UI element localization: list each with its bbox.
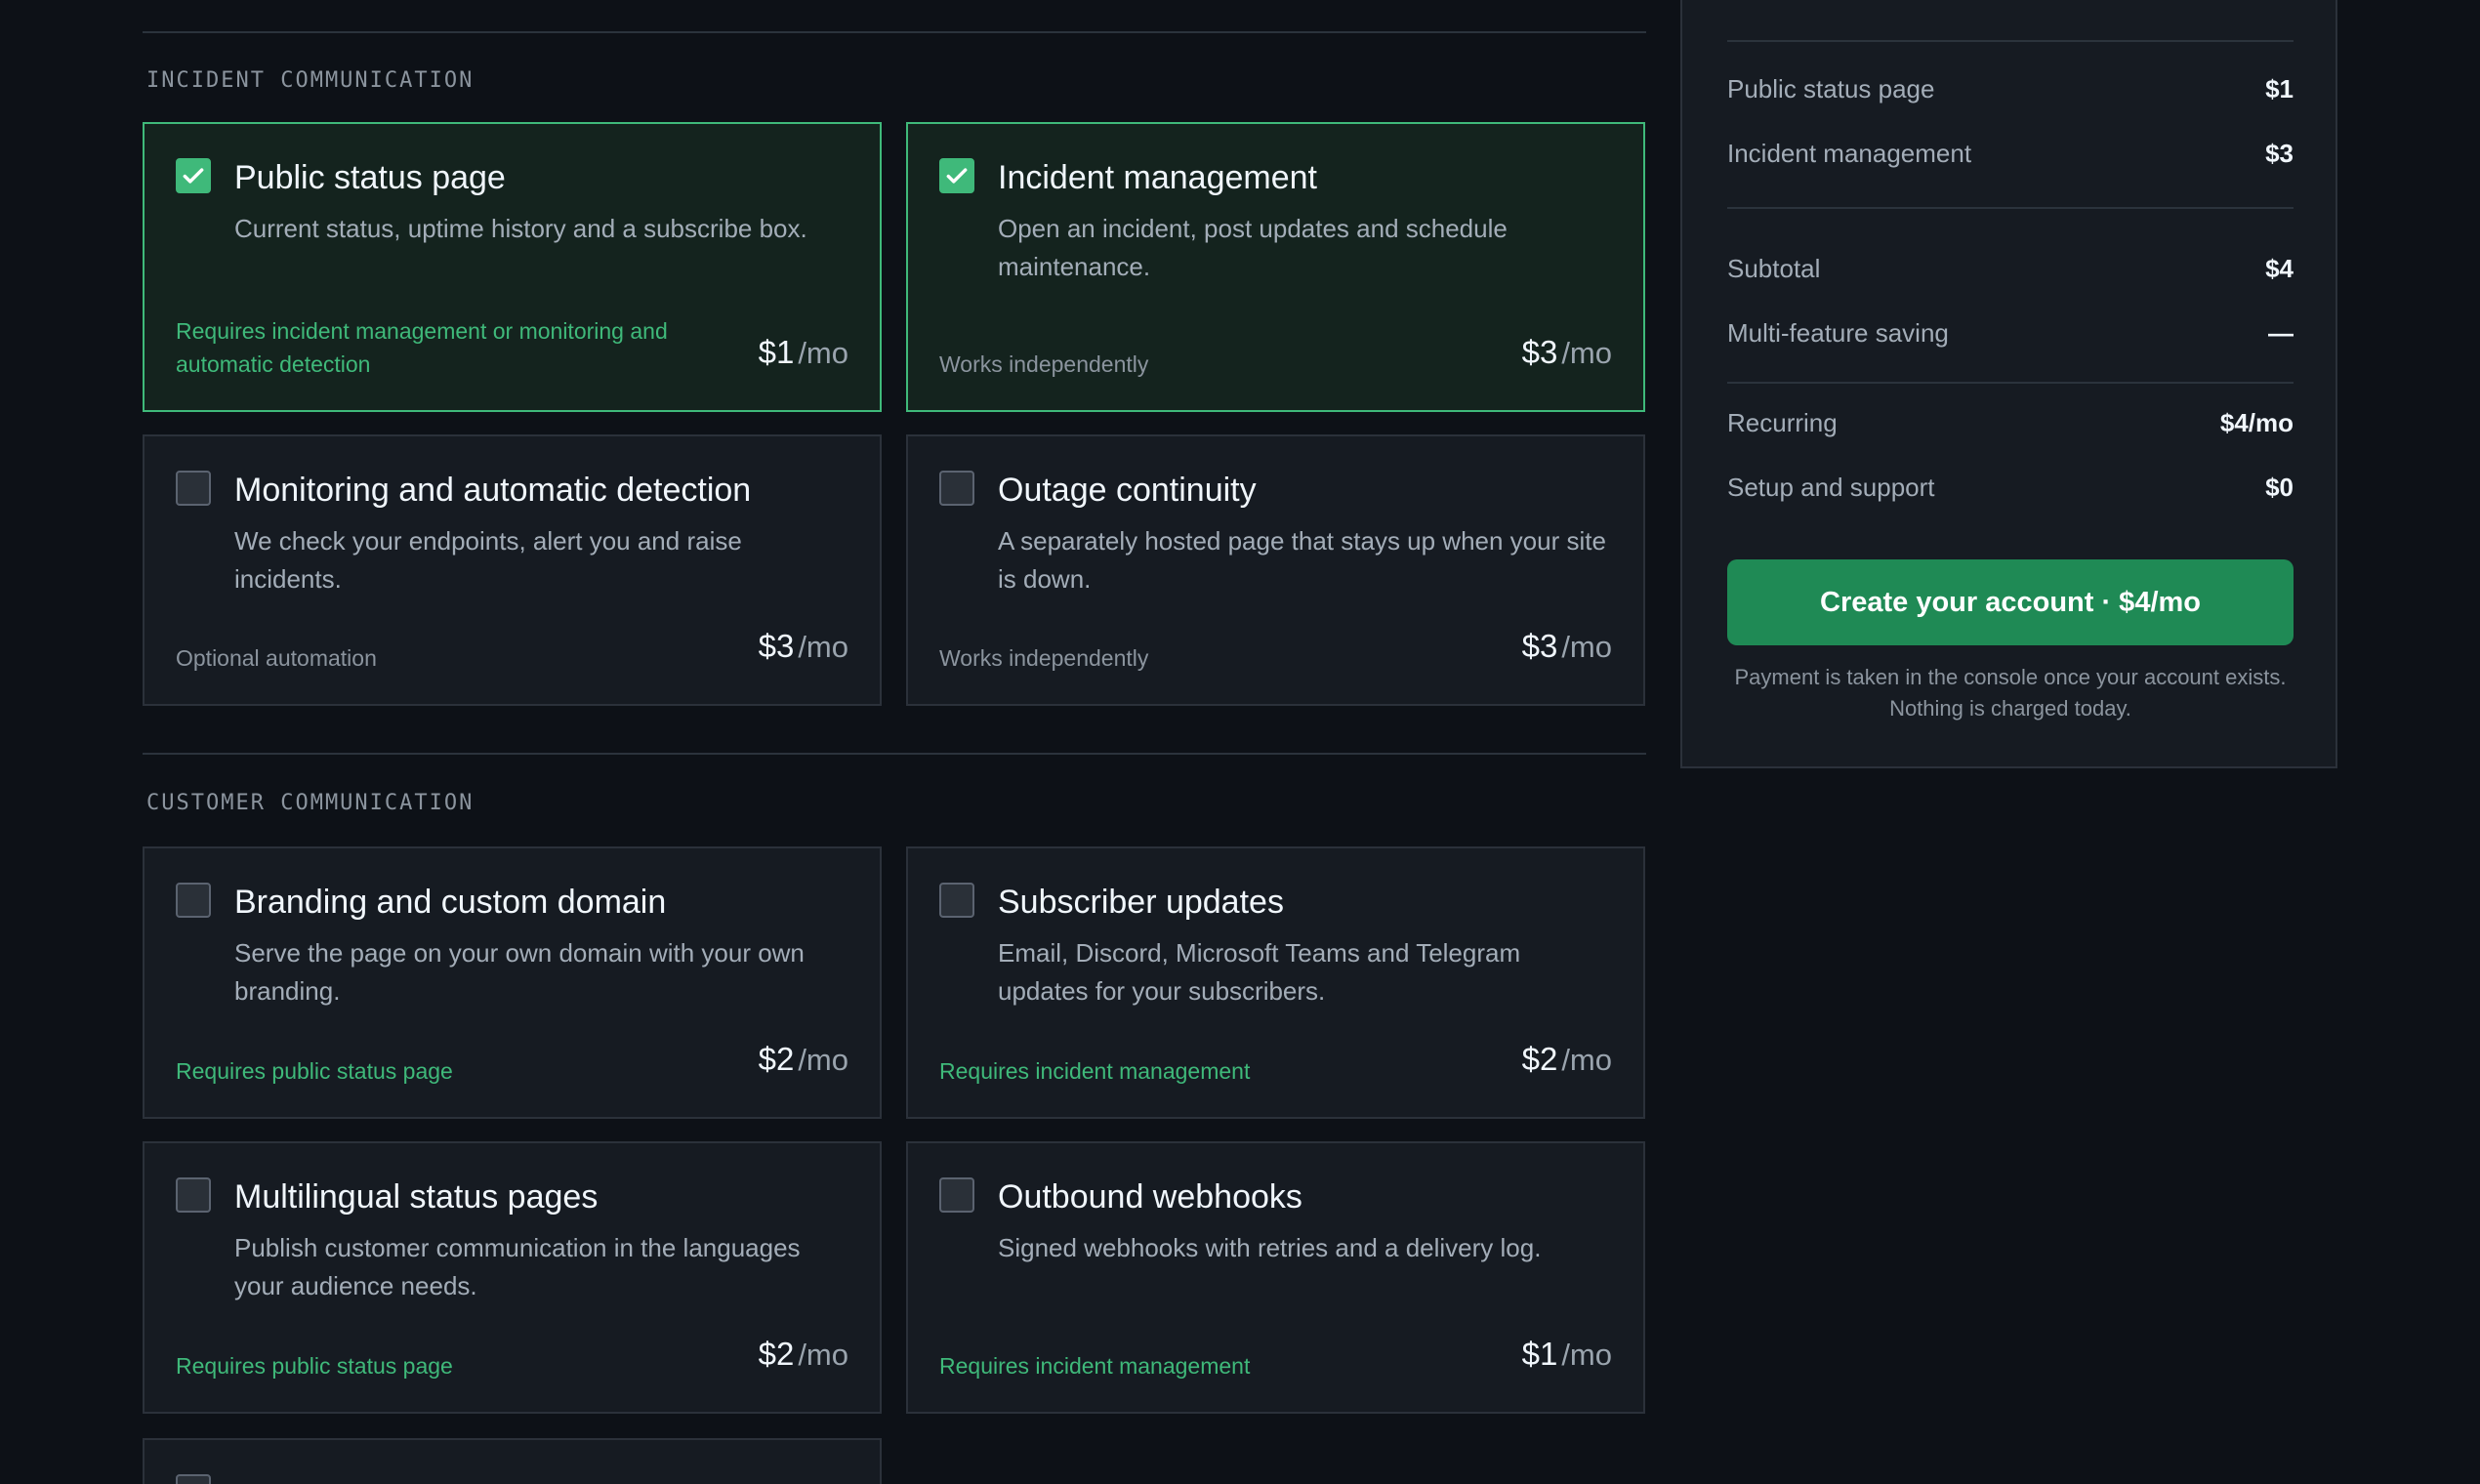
- price-unit: /mo: [1561, 630, 1612, 664]
- feature-checkbox[interactable]: [176, 1474, 211, 1484]
- price-amount: $3: [1521, 628, 1558, 664]
- price-amount: $3: [758, 628, 795, 664]
- pricing-page: INCIDENT COMMUNICATION Public status pag…: [0, 0, 2480, 1484]
- summary-subtotal: Subtotal $4: [1727, 254, 2294, 284]
- feature-price: $3/mo: [1522, 628, 1612, 665]
- feature-price: $1/mo: [759, 334, 848, 371]
- feature-price: $2/mo: [759, 1041, 848, 1078]
- price-unit: /mo: [798, 336, 848, 370]
- summary-value: $4: [2265, 254, 2294, 283]
- summary-label: Multi-feature saving: [1727, 318, 1949, 348]
- feature-card-branding[interactable]: Branding and custom domain Serve the pag…: [143, 846, 882, 1119]
- summary-line-item: Public status page $1: [1727, 74, 2294, 104]
- summary-label: Recurring: [1727, 408, 1838, 437]
- feature-description: Publish customer communication in the la…: [234, 1233, 801, 1300]
- checkmark-icon: [946, 168, 968, 184]
- checkmark-icon: [183, 168, 204, 184]
- feature-description: Serve the page on your own domain with y…: [234, 938, 805, 1006]
- feature-price: $1/mo: [1522, 1336, 1612, 1373]
- divider: [143, 31, 1646, 33]
- feature-requirement: Requires incident management or monitori…: [176, 318, 668, 377]
- price-amount: $2: [758, 1336, 795, 1372]
- summary-line-item: Incident management $3: [1727, 139, 2294, 169]
- feature-checkbox[interactable]: [939, 1177, 974, 1213]
- feature-title: Outage continuity: [998, 472, 1257, 509]
- feature-checkbox[interactable]: [939, 158, 974, 193]
- feature-card-multilingual[interactable]: Multilingual status pages Publish custom…: [143, 1141, 882, 1414]
- feature-card-subscriber-updates[interactable]: Subscriber updates Email, Discord, Micro…: [906, 846, 1645, 1119]
- feature-description: Open an incident, post updates and sched…: [998, 214, 1508, 281]
- divider: [1727, 40, 2294, 42]
- section-title-customer-communication: CUSTOMER COMMUNICATION: [146, 791, 475, 815]
- summary-label: Subtotal: [1727, 254, 1821, 283]
- summary-value: $1: [2265, 74, 2294, 103]
- feature-note: Works independently: [939, 351, 1149, 377]
- order-summary-panel: Public status page $1 Incident managemen…: [1680, 0, 2337, 768]
- feature-description: Email, Discord, Microsoft Teams and Tele…: [998, 938, 1521, 1006]
- feature-title: Public status page: [234, 159, 506, 196]
- price-amount: $3: [1521, 334, 1558, 370]
- payment-note: Payment is taken in the console once you…: [1734, 665, 2287, 721]
- divider: [143, 753, 1646, 755]
- summary-recurring: Recurring $4/mo: [1727, 408, 2294, 438]
- section-title-incident-communication: INCIDENT COMMUNICATION: [146, 68, 475, 93]
- feature-note: Works independently: [939, 645, 1149, 671]
- summary-value: $4/mo: [2219, 408, 2294, 437]
- price-amount: $2: [1521, 1041, 1558, 1077]
- feature-card-partial[interactable]: [143, 1438, 882, 1484]
- price-unit: /mo: [798, 1043, 848, 1077]
- feature-price: $2/mo: [1522, 1041, 1612, 1078]
- price-amount: $2: [758, 1041, 795, 1077]
- feature-price: $3/mo: [759, 628, 848, 665]
- feature-title: Subscriber updates: [998, 884, 1284, 921]
- feature-note: Optional automation: [176, 645, 377, 671]
- summary-label: Setup and support: [1727, 473, 1935, 502]
- feature-checkbox[interactable]: [176, 883, 211, 918]
- summary-value: $0: [2265, 473, 2294, 502]
- price-amount: $1: [758, 334, 795, 370]
- price-unit: /mo: [798, 630, 848, 664]
- feature-card-monitoring[interactable]: Monitoring and automatic detection We ch…: [143, 434, 882, 706]
- price-unit: /mo: [1561, 336, 1612, 370]
- create-account-button[interactable]: Create your account · $4/mo: [1727, 559, 2294, 645]
- feature-requirement: Requires public status page: [176, 1353, 453, 1379]
- price-unit: /mo: [1561, 1338, 1612, 1372]
- divider: [1727, 382, 2294, 384]
- feature-checkbox[interactable]: [939, 471, 974, 506]
- price-amount: $1: [1521, 1336, 1558, 1372]
- feature-title: Branding and custom domain: [234, 884, 667, 921]
- feature-title: Multilingual status pages: [234, 1178, 599, 1216]
- price-unit: /mo: [1561, 1043, 1612, 1077]
- summary-label: Incident management: [1727, 139, 1972, 168]
- feature-description: Current status, uptime history and a sub…: [234, 214, 807, 243]
- summary-value: $3: [2265, 139, 2294, 168]
- summary-saving: Multi-feature saving —: [1727, 318, 2294, 349]
- summary-setup: Setup and support $0: [1727, 473, 2294, 503]
- feature-card-outbound-webhooks[interactable]: Outbound webhooks Signed webhooks with r…: [906, 1141, 1645, 1414]
- price-unit: /mo: [798, 1338, 848, 1372]
- feature-price: $2/mo: [759, 1336, 848, 1373]
- feature-title: Outbound webhooks: [998, 1178, 1302, 1216]
- feature-description: We check your endpoints, alert you and r…: [234, 526, 742, 594]
- feature-description: Signed webhooks with retries and a deliv…: [998, 1233, 1542, 1262]
- feature-checkbox[interactable]: [176, 158, 211, 193]
- feature-checkbox[interactable]: [176, 1177, 211, 1213]
- summary-value: —: [2268, 318, 2294, 348]
- feature-card-public-status-page[interactable]: Public status page Current status, uptim…: [143, 122, 882, 412]
- feature-requirement: Requires public status page: [176, 1058, 453, 1084]
- feature-description: A separately hosted page that stays up w…: [998, 526, 1606, 594]
- divider: [1727, 207, 2294, 209]
- feature-title: Monitoring and automatic detection: [234, 472, 752, 509]
- summary-label: Public status page: [1727, 74, 1935, 103]
- feature-card-outage-continuity[interactable]: Outage continuity A separately hosted pa…: [906, 434, 1645, 706]
- feature-price: $3/mo: [1522, 334, 1612, 371]
- feature-requirement: Requires incident management: [939, 1058, 1251, 1084]
- feature-checkbox[interactable]: [939, 883, 974, 918]
- feature-card-incident-management[interactable]: Incident management Open an incident, po…: [906, 122, 1645, 412]
- feature-checkbox[interactable]: [176, 471, 211, 506]
- feature-requirement: Requires incident management: [939, 1353, 1251, 1379]
- feature-title: Incident management: [998, 159, 1317, 196]
